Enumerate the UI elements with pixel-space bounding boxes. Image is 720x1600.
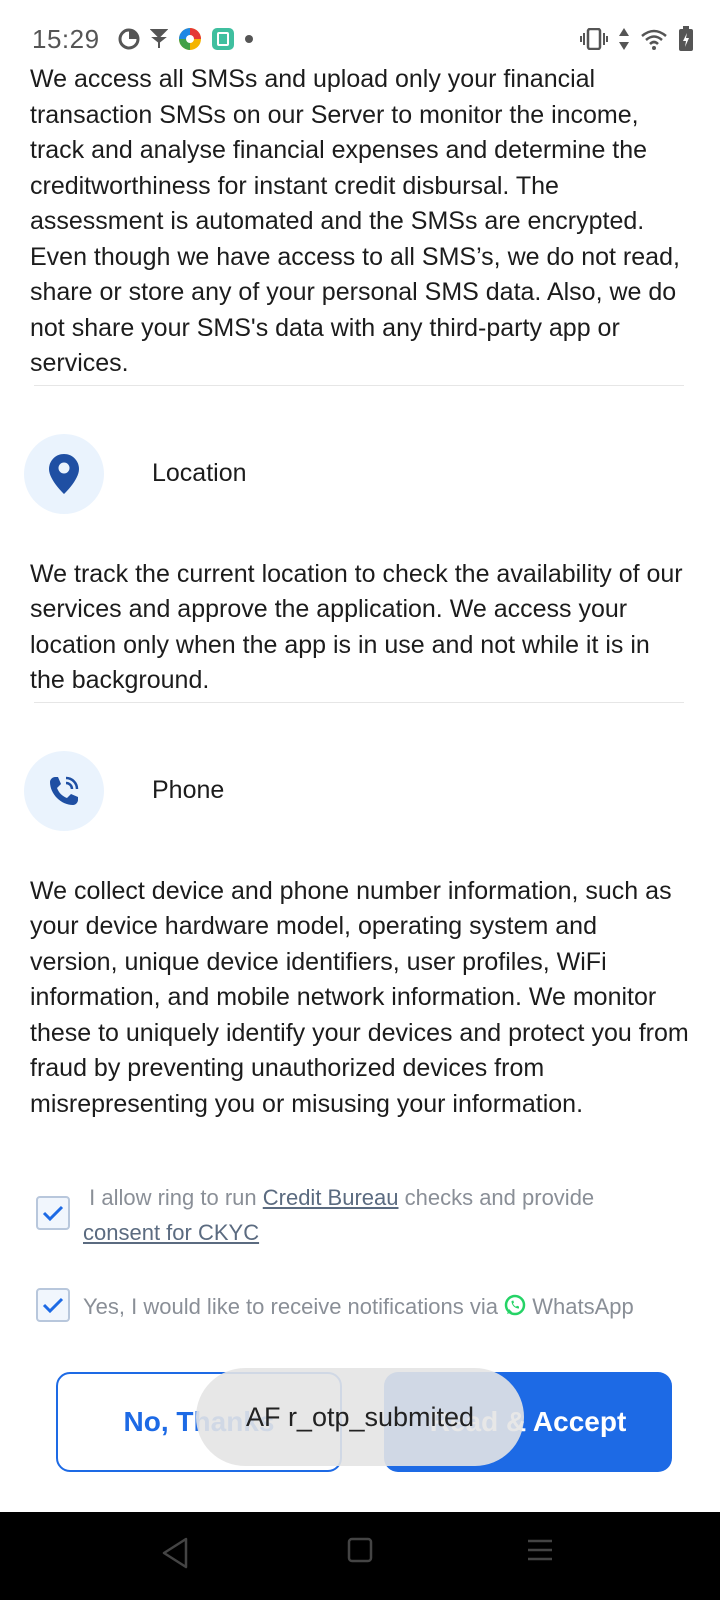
back-icon[interactable] <box>160 1536 190 1570</box>
phone-description: We collect device and phone number infor… <box>30 876 689 1118</box>
checkmark-icon <box>42 1297 64 1314</box>
credit-bureau-link[interactable]: Credit Bureau <box>263 1185 399 1210</box>
location-title: Location <box>152 459 247 487</box>
whatsapp-label: Yes, I would like to receive notificatio… <box>83 1294 498 1319</box>
phone-header: Phone <box>0 750 720 831</box>
checkmark-icon <box>42 1205 64 1222</box>
whatsapp-icon <box>504 1294 526 1316</box>
status-time: 15:29 <box>32 24 100 54</box>
vpn-icon <box>150 29 168 48</box>
status-right-icons <box>580 26 694 52</box>
recents-icon[interactable] <box>526 1536 554 1564</box>
wifi-icon <box>641 29 667 50</box>
phone-title: Phone <box>152 776 225 804</box>
credit-bureau-checkbox[interactable] <box>36 1196 70 1230</box>
green-app-icon <box>212 28 234 50</box>
credit-bureau-middle: checks and provide <box>398 1185 595 1210</box>
status-left-icons <box>118 26 254 52</box>
data-saver-icon <box>118 28 140 50</box>
location-description: We track the current location to check t… <box>30 559 683 695</box>
battery-icon <box>679 26 693 51</box>
phone-icon <box>50 776 79 805</box>
divider <box>34 384 684 386</box>
home-icon[interactable] <box>346 1536 374 1564</box>
divider <box>34 701 684 703</box>
whatsapp-checkbox[interactable] <box>36 1288 70 1322</box>
phone-icon-badge <box>24 750 104 831</box>
sms-description: We access all SMSs and upload only your … <box>30 65 680 377</box>
whatsapp-brand: WhatsApp <box>532 1294 634 1319</box>
vibrate-icon <box>580 28 608 50</box>
notification-dot-icon <box>245 35 253 43</box>
location-icon-badge <box>24 433 104 514</box>
colorful-app-icon <box>179 28 201 50</box>
whatsapp-text: Yes, I would like to receive notificatio… <box>83 1289 713 1324</box>
data-arrows-icon <box>619 28 629 50</box>
credit-bureau-prefix: I allow ring to run <box>83 1185 263 1210</box>
location-header: Location <box>0 433 720 514</box>
system-nav-bar <box>0 1512 720 1600</box>
permissions-content: We access all SMSs and upload only your … <box>0 62 720 1122</box>
credit-bureau-text: I allow ring to run Credit Bureau checks… <box>83 1180 683 1250</box>
ckyc-consent-link[interactable]: consent for CKYC <box>83 1220 259 1245</box>
toast-message: AF r_otp_submited <box>196 1368 524 1466</box>
location-pin-icon <box>49 453 79 494</box>
